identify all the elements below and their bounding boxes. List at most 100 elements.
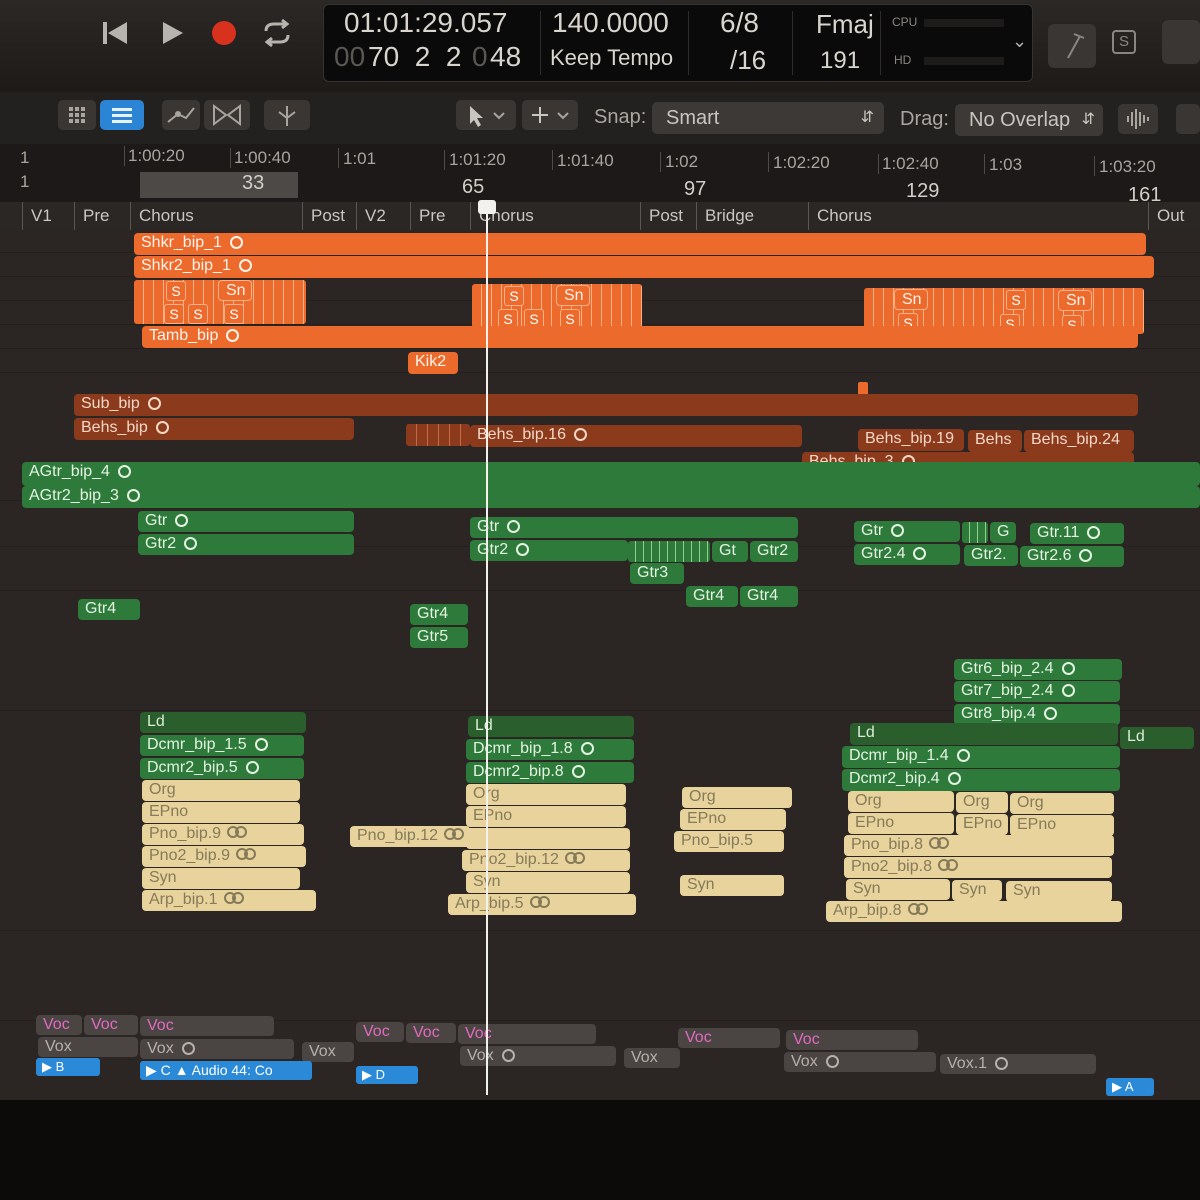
region-vox[interactable]: Vox [302, 1042, 354, 1062]
region-gtr-11[interactable]: Gtr.11 [1030, 523, 1124, 544]
region-kik2[interactable]: Kik2 [408, 352, 458, 374]
secondary-tool-menu[interactable] [522, 100, 578, 130]
region-ld[interactable]: Ld [850, 723, 1118, 745]
region-org[interactable]: Org [682, 787, 792, 808]
region-epno[interactable]: EPno [1010, 815, 1114, 836]
region-dcmr2-bip-4[interactable]: Dcmr2_bip.4 [842, 769, 1120, 791]
automation-button[interactable] [162, 100, 200, 130]
tuner-button[interactable] [1048, 24, 1096, 68]
vertical-zoom-button[interactable] [1176, 104, 1200, 134]
region-sn[interactable]: Sn [556, 285, 590, 306]
lcd-display[interactable]: 01:01:29.057 00 70 2 2 0 48 140.0000 Kee… [323, 4, 1033, 82]
region-s[interactable]: S [504, 286, 524, 306]
region-behs-bip[interactable]: Behs_bip [74, 418, 354, 440]
region-org[interactable]: Org [1010, 793, 1114, 814]
marker-v1[interactable]: V1 [22, 202, 74, 230]
region-behs-bip-24[interactable]: Behs_bip.24 [1024, 430, 1134, 452]
record-button[interactable] [210, 18, 240, 55]
region-syn[interactable]: Syn [466, 872, 630, 893]
track-header-b[interactable]: ▶ B [36, 1058, 100, 1076]
region-gtr-fragments[interactable] [962, 522, 988, 543]
region-voc[interactable]: Voc [356, 1022, 404, 1042]
region-g[interactable]: G [990, 522, 1016, 543]
region-dcmr-bip-1-5[interactable]: Dcmr_bip_1.5 [140, 735, 304, 756]
region-pno2-bip-9[interactable]: Pno2_bip.9 [142, 846, 306, 867]
marker-post[interactable]: Post [302, 202, 356, 230]
region-vox[interactable]: Vox [460, 1046, 616, 1066]
region-tamb-bip[interactable]: Tamb_bip [142, 326, 1138, 348]
track-header-a[interactable]: ▶ A [1106, 1078, 1154, 1096]
region-behs-bip-16[interactable]: Behs_bip.16 [470, 425, 802, 447]
region-pno-bip-5[interactable]: Pno_bip.5 [674, 831, 784, 852]
region-gtr-fragments[interactable] [628, 541, 710, 562]
playhead[interactable] [486, 205, 488, 1095]
track-header-c[interactable]: ▶ C ▲ Audio 44: Co [140, 1061, 312, 1080]
marker-pre[interactable]: Pre [74, 202, 126, 230]
snap-select[interactable]: Smart ⇵ [652, 102, 884, 134]
flex-button[interactable] [204, 100, 250, 130]
region-syn[interactable]: Syn [142, 868, 300, 889]
region-s[interactable]: S [166, 281, 186, 301]
region-sn[interactable]: Sn [218, 280, 252, 301]
region-gtr4[interactable]: Gtr4 [410, 604, 468, 625]
region-epno[interactable]: EPno [848, 813, 954, 834]
region-gtr2[interactable]: Gtr2 [750, 541, 798, 562]
region-s[interactable]: S [164, 304, 184, 324]
region-dcmr-bip-1-4[interactable]: Dcmr_bip_1.4 [842, 746, 1120, 768]
region-gtr4[interactable]: Gtr4 [686, 586, 738, 607]
waveform-zoom-button[interactable] [1118, 104, 1158, 134]
region-pno-bip-12[interactable]: Pno_bip.12 [350, 826, 470, 847]
chevron-down-icon[interactable]: ⌄ [1012, 31, 1027, 52]
grid-view-button[interactable] [58, 100, 96, 130]
region-vox[interactable]: Vox [140, 1039, 294, 1059]
library-button[interactable] [1162, 20, 1200, 64]
region-vox-1[interactable]: Vox.1 [940, 1054, 1096, 1074]
region-voc[interactable]: Voc [458, 1024, 596, 1044]
region-epno[interactable]: EPno [466, 806, 626, 827]
region-voc[interactable]: Voc [84, 1015, 138, 1035]
region-gtr2-6[interactable]: Gtr2.6 [1020, 546, 1124, 567]
region-syn[interactable]: Syn [846, 879, 950, 900]
playhead-handle[interactable] [478, 200, 496, 214]
marker-chorus[interactable]: Chorus [808, 202, 1148, 230]
region-behs[interactable]: Behs [968, 430, 1022, 452]
region-pno2-bip-8[interactable]: Pno2_bip.8 [844, 857, 1112, 878]
region-syn[interactable]: Syn [952, 880, 1002, 901]
region-voc[interactable]: Voc [678, 1028, 780, 1048]
region-dcmr2-bip-8[interactable]: Dcmr2_bip.8 [466, 762, 634, 783]
region-gtr2-4[interactable]: Gtr2.4 [854, 544, 960, 565]
region-epno[interactable]: EPno [142, 802, 300, 823]
region-s[interactable]: S [188, 304, 208, 324]
region-gtr4[interactable]: Gtr4 [78, 599, 140, 620]
region-gtr5[interactable]: Gtr5 [410, 627, 468, 648]
marker-post[interactable]: Post [640, 202, 696, 230]
region-gtr[interactable]: Gtr [854, 521, 960, 542]
region-dcmr-bip-1-8[interactable]: Dcmr_bip_1.8 [466, 739, 634, 760]
region-gtr[interactable]: Gtr [138, 511, 354, 532]
region-sub-bip[interactable]: Sub_bip [74, 394, 1138, 416]
region-syn[interactable]: Syn [1006, 881, 1112, 902]
marker-pre[interactable]: Pre [410, 202, 466, 230]
region-gtr7-bip[interactable]: Gtr7_bip_2.4 [954, 681, 1120, 702]
pointer-tool-menu[interactable] [456, 100, 516, 130]
region-behs-bip-19[interactable]: Behs_bip.19 [858, 429, 964, 451]
region-arp-bip-8[interactable]: Arp_bip.8 [826, 901, 1122, 922]
marker-out[interactable]: Out [1148, 202, 1200, 230]
region-arp-bip-5[interactable]: Arp_bip.5 [448, 894, 636, 915]
region-dcmr2-bip-5[interactable]: Dcmr2_bip.5 [140, 758, 304, 779]
play-button[interactable] [158, 18, 188, 55]
region-s[interactable]: S [1006, 290, 1026, 310]
region-org[interactable]: Org [956, 792, 1008, 813]
region-pno-bip-9[interactable]: Pno_bip.9 [142, 824, 304, 845]
region-vox[interactable]: Vox [38, 1037, 138, 1057]
track-header-d[interactable]: ▶ D [356, 1066, 418, 1084]
region-shkr2-bip-1[interactable]: Shkr2_bip_1 [134, 256, 1154, 278]
region-sn[interactable]: Sn [894, 289, 928, 310]
region-gtr8-bip[interactable]: Gtr8_bip.4 [954, 704, 1120, 725]
region-vox[interactable]: Vox [624, 1048, 680, 1068]
region-sn[interactable]: Sn [1058, 290, 1092, 311]
region-gtr4[interactable]: Gtr4 [740, 586, 798, 607]
catch-button[interactable] [264, 100, 310, 130]
region-gtr6-bip[interactable]: Gtr6_bip_2.4 [954, 659, 1122, 680]
region-gtr2-dot[interactable]: Gtr2. [964, 545, 1018, 566]
